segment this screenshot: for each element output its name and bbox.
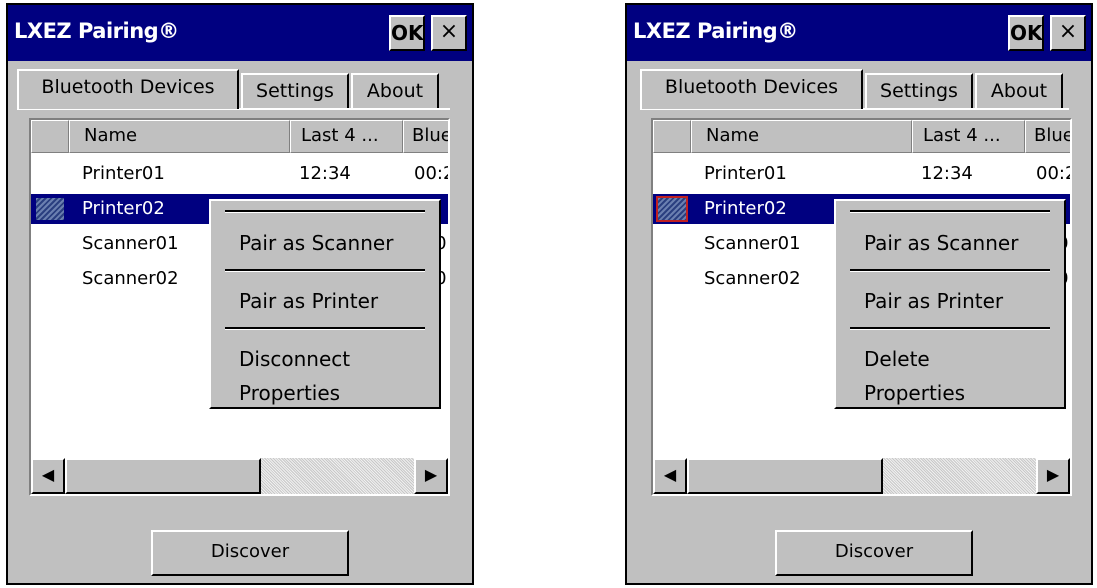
context-menu: Pair as Scanner Pair as Printer Delete P… [834,199,1066,409]
horizontal-scrollbar[interactable]: ◀ ▶ [653,458,1070,494]
column-header-name[interactable]: Name [691,120,912,153]
bluetooth-device-icon [36,198,64,220]
scroll-right-icon[interactable]: ▶ [414,458,448,494]
discover-button[interactable]: Discover [151,530,349,576]
scroll-right-icon[interactable]: ▶ [1036,458,1070,494]
column-header-name[interactable]: Name [69,120,290,153]
ok-button[interactable]: OK [1008,15,1044,51]
scroll-thumb[interactable] [65,458,261,494]
row-name: Printer02 [704,198,787,219]
scroll-left-icon[interactable]: ◀ [31,458,65,494]
column-header-icon[interactable] [31,120,69,153]
table-row[interactable]: Printer01 12:34 00:2 [31,159,448,189]
menu-item-disconnect[interactable]: Disconnect [239,347,350,371]
context-menu: Pair as Scanner Pair as Printer Disconne… [209,199,441,409]
horizontal-scrollbar[interactable]: ◀ ▶ [31,458,448,494]
menu-separator [850,210,1050,213]
device-screen-1: LXEZ Pairing® OK × Bluetooth Devices Set… [6,3,474,585]
menu-item-pair-as-scanner[interactable]: Pair as Scanner [239,231,393,255]
row-last4: 12:34 [299,163,351,184]
table-row[interactable]: Printer01 12:34 00:2 [653,159,1070,189]
row-name: Printer01 [82,163,165,184]
tab-settings[interactable]: Settings [865,73,973,109]
menu-separator [850,327,1050,330]
scroll-left-icon[interactable]: ◀ [653,458,687,494]
title-bar: LXEZ Pairing® OK × [627,5,1091,61]
tab-bluetooth-devices[interactable]: Bluetooth Devices [640,69,863,109]
menu-item-delete[interactable]: Delete [864,347,930,371]
tab-settings[interactable]: Settings [241,73,349,109]
column-header-last4[interactable]: Last 4 ... [912,120,1025,153]
close-button[interactable]: × [1050,15,1086,51]
row-address: 00:2 [1036,163,1070,184]
column-header-bluetooth-address[interactable]: Blue [403,120,448,153]
menu-separator [225,327,425,330]
row-name: Printer01 [704,163,787,184]
row-name: Scanner02 [82,268,179,289]
menu-separator [225,269,425,272]
menu-item-properties[interactable]: Properties [864,381,965,405]
row-name: Printer02 [82,198,165,219]
window-title: LXEZ Pairing® [14,19,179,43]
menu-item-pair-as-printer[interactable]: Pair as Printer [239,289,378,313]
tab-bluetooth-devices[interactable]: Bluetooth Devices [17,69,239,109]
title-bar: LXEZ Pairing® OK × [8,5,472,61]
device-screen-2: LXEZ Pairing® OK × Bluetooth Devices Set… [625,3,1093,585]
row-address: 00:2 [414,163,448,184]
discover-button[interactable]: Discover [775,530,973,576]
row-name: Scanner01 [82,233,179,254]
tab-about[interactable]: About [351,73,439,109]
window-title: LXEZ Pairing® [633,19,798,43]
column-header-last4[interactable]: Last 4 ... [290,120,403,153]
menu-item-pair-as-scanner[interactable]: Pair as Scanner [864,231,1018,255]
close-button[interactable]: × [431,15,467,51]
menu-separator [225,210,425,213]
row-name: Scanner02 [704,268,801,289]
menu-item-pair-as-printer[interactable]: Pair as Printer [864,289,1003,313]
tab-about[interactable]: About [975,73,1063,109]
menu-item-properties[interactable]: Properties [239,381,340,405]
row-last4: 12:34 [921,163,973,184]
column-header-bluetooth-address[interactable]: Blue [1025,120,1070,153]
bluetooth-device-icon [656,196,688,222]
menu-separator [850,269,1050,272]
row-name: Scanner01 [704,233,801,254]
scroll-thumb[interactable] [687,458,883,494]
ok-button[interactable]: OK [389,15,425,51]
column-header-icon[interactable] [653,120,691,153]
